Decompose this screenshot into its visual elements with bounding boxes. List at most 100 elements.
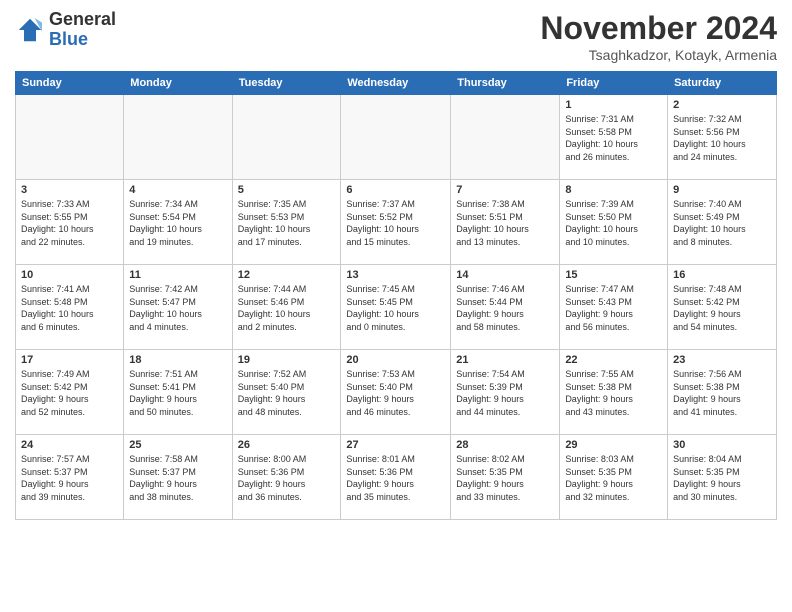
day-number: 13 [346, 269, 445, 281]
calendar-cell: 9 Sunrise: 7:40 AM Sunset: 5:49 PM Daylig… [668, 180, 777, 265]
day-number: 4 [129, 184, 226, 196]
day-number: 1 [565, 99, 662, 111]
calendar-cell: 18Sunrise: 7:51 AM Sunset: 5:41 PM Dayli… [124, 350, 232, 435]
day-info: Sunrise: 7:32 AM Sunset: 5:56 PM Dayligh… [673, 113, 771, 163]
day-number: 17 [21, 354, 118, 366]
day-number: 7 [456, 184, 554, 196]
calendar-cell: 29Sunrise: 8:03 AM Sunset: 5:35 PM Dayli… [560, 435, 668, 520]
day-info: Sunrise: 7:56 AM Sunset: 5:38 PM Dayligh… [673, 368, 771, 418]
calendar-weekday-header: Tuesday [232, 72, 341, 95]
calendar-cell: 5 Sunrise: 7:35 AM Sunset: 5:53 PM Daylig… [232, 180, 341, 265]
calendar-cell: 27 Sunrise: 8:01 AM Sunset: 5:36 PM Dayli… [341, 435, 451, 520]
day-info: Sunrise: 8:02 AM Sunset: 5:35 PM Dayligh… [456, 453, 554, 503]
day-info: Sunrise: 7:42 AM Sunset: 5:47 PM Dayligh… [129, 283, 226, 333]
calendar-cell: 16 Sunrise: 7:48 AM Sunset: 5:42 PM Dayli… [668, 265, 777, 350]
day-info: Sunrise: 8:01 AM Sunset: 5:36 PM Dayligh… [346, 453, 445, 503]
day-info: Sunrise: 7:57 AM Sunset: 5:37 PM Dayligh… [21, 453, 118, 503]
logo-general-text: General [49, 9, 116, 29]
logo-text: General Blue [49, 10, 116, 50]
calendar-cell: 28 Sunrise: 8:02 AM Sunset: 5:35 PM Dayli… [451, 435, 560, 520]
calendar-cell: 1 Sunrise: 7:31 AM Sunset: 5:58 PM Daylig… [560, 95, 668, 180]
day-info: Sunrise: 7:37 AM Sunset: 5:52 PM Dayligh… [346, 198, 445, 248]
calendar-cell: 25 Sunrise: 7:58 AM Sunset: 5:37 PM Dayli… [124, 435, 232, 520]
calendar-cell: 15 Sunrise: 7:47 AM Sunset: 5:43 PM Dayli… [560, 265, 668, 350]
day-info: Sunrise: 7:35 AM Sunset: 5:53 PM Dayligh… [238, 198, 336, 248]
day-info: Sunrise: 7:47 AM Sunset: 5:43 PM Dayligh… [565, 283, 662, 333]
calendar-cell [232, 95, 341, 180]
day-info: Sunrise: 7:53 AM Sunset: 5:40 PM Dayligh… [346, 368, 445, 418]
day-number: 26 [238, 439, 336, 451]
day-number: 16 [673, 269, 771, 281]
calendar-cell: 3Sunrise: 7:33 AM Sunset: 5:55 PM Daylig… [16, 180, 124, 265]
day-info: Sunrise: 7:55 AM Sunset: 5:38 PM Dayligh… [565, 368, 662, 418]
calendar-cell: 7 Sunrise: 7:38 AM Sunset: 5:51 PM Daylig… [451, 180, 560, 265]
calendar-header-row: SundayMondayTuesdayWednesdayThursdayFrid… [16, 72, 777, 95]
day-info: Sunrise: 7:46 AM Sunset: 5:44 PM Dayligh… [456, 283, 554, 333]
day-number: 14 [456, 269, 554, 281]
day-info: Sunrise: 7:48 AM Sunset: 5:42 PM Dayligh… [673, 283, 771, 333]
day-info: Sunrise: 7:31 AM Sunset: 5:58 PM Dayligh… [565, 113, 662, 163]
day-number: 8 [565, 184, 662, 196]
day-number: 28 [456, 439, 554, 451]
calendar-week-row: 24 Sunrise: 7:57 AM Sunset: 5:37 PM Dayli… [16, 435, 777, 520]
calendar-cell [16, 95, 124, 180]
day-info: Sunrise: 7:40 AM Sunset: 5:49 PM Dayligh… [673, 198, 771, 248]
day-number: 9 [673, 184, 771, 196]
calendar-cell: 8 Sunrise: 7:39 AM Sunset: 5:50 PM Daylig… [560, 180, 668, 265]
day-number: 30 [673, 439, 771, 451]
calendar-weekday-header: Sunday [16, 72, 124, 95]
calendar-cell: 23 Sunrise: 7:56 AM Sunset: 5:38 PM Dayli… [668, 350, 777, 435]
calendar-week-row: 17Sunrise: 7:49 AM Sunset: 5:42 PM Dayli… [16, 350, 777, 435]
calendar-weekday-header: Wednesday [341, 72, 451, 95]
day-number: 6 [346, 184, 445, 196]
calendar-cell [451, 95, 560, 180]
day-info: Sunrise: 7:34 AM Sunset: 5:54 PM Dayligh… [129, 198, 226, 248]
title-area: November 2024 Tsaghkadzor, Kotayk, Armen… [540, 10, 777, 63]
day-info: Sunrise: 7:58 AM Sunset: 5:37 PM Dayligh… [129, 453, 226, 503]
day-info: Sunrise: 7:38 AM Sunset: 5:51 PM Dayligh… [456, 198, 554, 248]
calendar-cell: 14 Sunrise: 7:46 AM Sunset: 5:44 PM Dayli… [451, 265, 560, 350]
day-info: Sunrise: 7:45 AM Sunset: 5:45 PM Dayligh… [346, 283, 445, 333]
day-number: 5 [238, 184, 336, 196]
calendar-cell: 30Sunrise: 8:04 AM Sunset: 5:35 PM Dayli… [668, 435, 777, 520]
calendar-cell [124, 95, 232, 180]
calendar-cell: 19 Sunrise: 7:52 AM Sunset: 5:40 PM Dayli… [232, 350, 341, 435]
calendar-cell: 17Sunrise: 7:49 AM Sunset: 5:42 PM Dayli… [16, 350, 124, 435]
logo: General Blue [15, 10, 116, 50]
day-number: 11 [129, 269, 226, 281]
calendar-weekday-header: Monday [124, 72, 232, 95]
day-number: 25 [129, 439, 226, 451]
month-title: November 2024 [540, 10, 777, 47]
calendar-cell: 13 Sunrise: 7:45 AM Sunset: 5:45 PM Dayli… [341, 265, 451, 350]
calendar-cell: 12Sunrise: 7:44 AM Sunset: 5:46 PM Dayli… [232, 265, 341, 350]
day-info: Sunrise: 7:44 AM Sunset: 5:46 PM Dayligh… [238, 283, 336, 333]
calendar-week-row: 10 Sunrise: 7:41 AM Sunset: 5:48 PM Dayli… [16, 265, 777, 350]
main-container: General Blue November 2024 Tsaghkadzor, … [0, 0, 792, 612]
day-number: 22 [565, 354, 662, 366]
calendar-cell: 10 Sunrise: 7:41 AM Sunset: 5:48 PM Dayli… [16, 265, 124, 350]
calendar-cell [341, 95, 451, 180]
day-number: 23 [673, 354, 771, 366]
calendar-cell: 11 Sunrise: 7:42 AM Sunset: 5:47 PM Dayli… [124, 265, 232, 350]
logo-blue-text: Blue [49, 29, 88, 49]
day-info: Sunrise: 7:41 AM Sunset: 5:48 PM Dayligh… [21, 283, 118, 333]
calendar-cell: 21Sunrise: 7:54 AM Sunset: 5:39 PM Dayli… [451, 350, 560, 435]
day-number: 19 [238, 354, 336, 366]
day-number: 18 [129, 354, 226, 366]
calendar-week-row: 1 Sunrise: 7:31 AM Sunset: 5:58 PM Daylig… [16, 95, 777, 180]
calendar-weekday-header: Thursday [451, 72, 560, 95]
day-number: 20 [346, 354, 445, 366]
day-info: Sunrise: 7:39 AM Sunset: 5:50 PM Dayligh… [565, 198, 662, 248]
day-info: Sunrise: 8:03 AM Sunset: 5:35 PM Dayligh… [565, 453, 662, 503]
calendar-week-row: 3Sunrise: 7:33 AM Sunset: 5:55 PM Daylig… [16, 180, 777, 265]
day-info: Sunrise: 8:00 AM Sunset: 5:36 PM Dayligh… [238, 453, 336, 503]
calendar-cell: 2Sunrise: 7:32 AM Sunset: 5:56 PM Daylig… [668, 95, 777, 180]
day-number: 24 [21, 439, 118, 451]
day-number: 10 [21, 269, 118, 281]
calendar-weekday-header: Friday [560, 72, 668, 95]
calendar-cell: 24 Sunrise: 7:57 AM Sunset: 5:37 PM Dayli… [16, 435, 124, 520]
day-info: Sunrise: 7:54 AM Sunset: 5:39 PM Dayligh… [456, 368, 554, 418]
day-number: 27 [346, 439, 445, 451]
day-info: Sunrise: 7:52 AM Sunset: 5:40 PM Dayligh… [238, 368, 336, 418]
day-number: 15 [565, 269, 662, 281]
